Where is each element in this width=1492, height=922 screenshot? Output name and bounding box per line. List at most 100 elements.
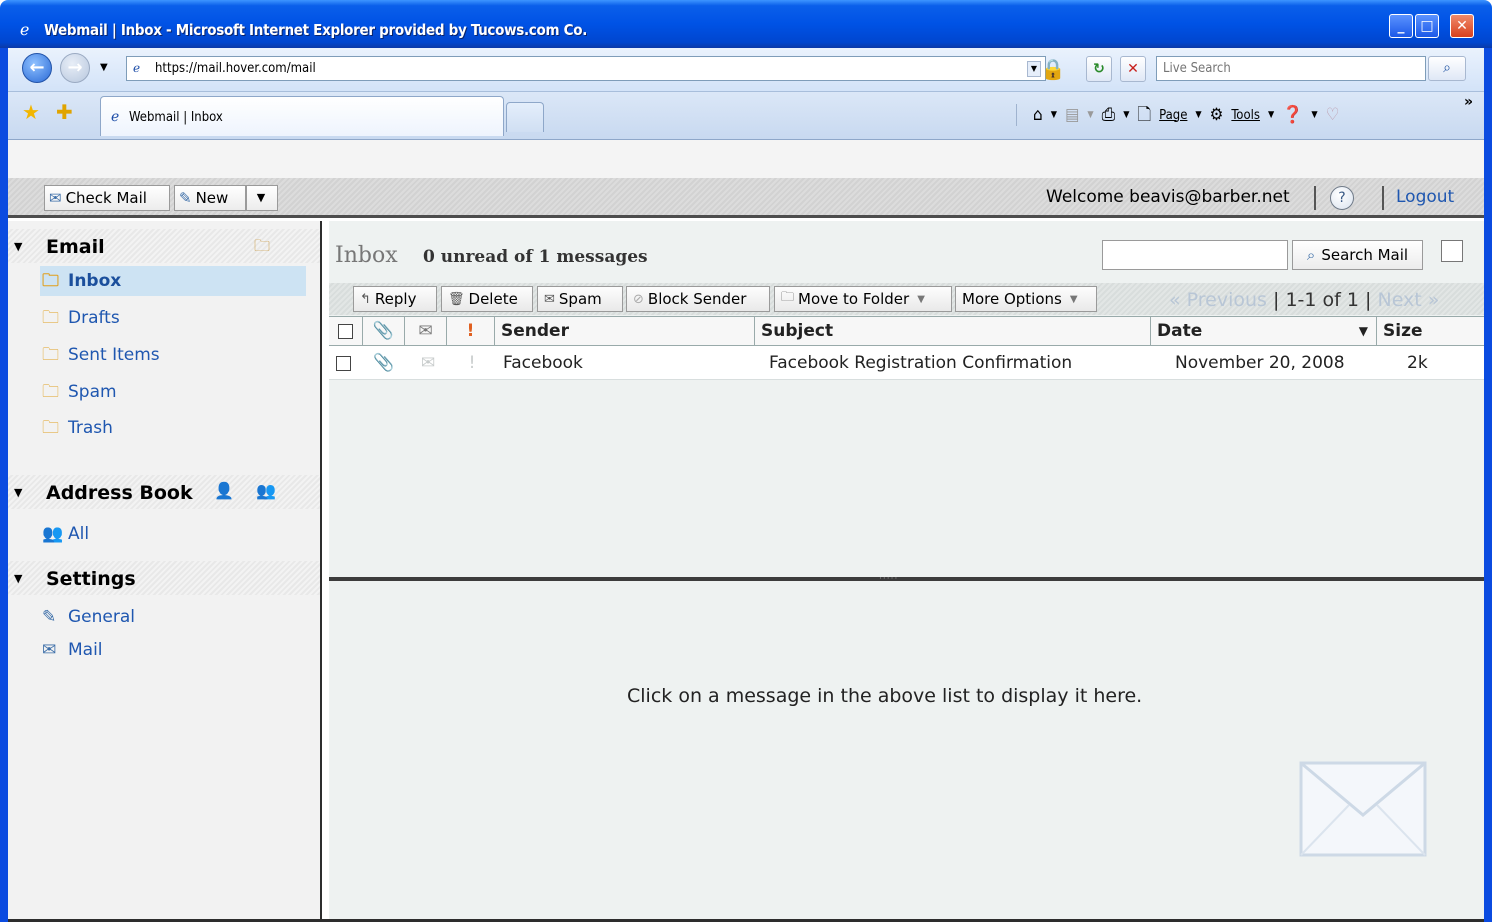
priority-column[interactable]: ! <box>447 317 495 345</box>
contacts-group-icon: 👥 <box>42 524 64 544</box>
attachment-column[interactable]: 📎 <box>363 317 405 345</box>
reply-button[interactable]: ↰ Reply <box>353 286 437 312</box>
favorites-center-icon[interactable]: ★ <box>22 102 40 122</box>
pager-separator: | <box>1273 289 1286 311</box>
preview-pane: Click on a message in the above list to … <box>329 581 1484 922</box>
tools-dropdown-icon[interactable]: ▼ <box>1268 110 1274 120</box>
url-field[interactable]: ℯ https://mail.hover.com/mail ▼ <box>126 56 1046 81</box>
collapse-triangle-icon[interactable]: ▼ <box>14 572 22 585</box>
add-favorite-icon[interactable]: ✚ <box>56 102 73 122</box>
help-menu-icon[interactable]: ❓ <box>1282 105 1303 125</box>
priority-icon: ! <box>466 321 475 341</box>
email-section-header[interactable]: ▼ Email 🗀 <box>8 229 320 263</box>
previous-page-link[interactable]: « Previous <box>1169 289 1267 311</box>
refresh-button[interactable]: ↻ <box>1086 56 1112 82</box>
sender-column-header[interactable]: Sender <box>495 317 755 345</box>
home-icon[interactable]: ⌂ <box>1033 105 1043 125</box>
print-icon[interactable]: ⎙ <box>1102 105 1116 125</box>
next-page-link[interactable]: Next » <box>1377 289 1439 311</box>
check-mail-button[interactable]: ✉ Check Mail <box>44 185 170 211</box>
stop-button[interactable]: ✕ <box>1120 56 1146 82</box>
add-contact-icon[interactable]: 👤 <box>214 481 234 500</box>
address-book-section-header[interactable]: ▼ Address Book 👤 👥 <box>8 475 320 509</box>
sidebar-item-mail-settings[interactable]: ✉ Mail <box>40 635 306 665</box>
url-dropdown-icon[interactable]: ▼ <box>1027 61 1041 77</box>
more-commands-chevron-icon[interactable]: » <box>1464 94 1473 110</box>
feeds-dropdown-icon[interactable]: ▼ <box>1087 110 1093 120</box>
search-mail-button[interactable]: ⌕ Search Mail <box>1292 240 1423 270</box>
move-to-folder-button[interactable]: 🗀 Move to Folder ▼ <box>774 286 952 312</box>
sidebar-item-sent-items[interactable]: 🗀 Sent Items <box>40 340 306 370</box>
search-go-button[interactable]: ⌕ <box>1428 56 1466 81</box>
spam-button[interactable]: ✉ Spam <box>537 286 623 312</box>
search-mail-label: Search Mail <box>1321 246 1409 264</box>
search-mail-field[interactable] <box>1102 240 1288 270</box>
help-dropdown-icon[interactable]: ▼ <box>1311 110 1317 120</box>
paperclip-icon: 📎 <box>372 321 395 341</box>
sidebar-item-inbox[interactable]: 🗀 Inbox <box>40 266 306 296</box>
select-all-checkbox[interactable] <box>338 323 353 339</box>
forward-button[interactable]: → <box>60 53 90 83</box>
contacts-label: All <box>68 524 90 544</box>
row-checkbox[interactable] <box>336 355 351 371</box>
research-icon[interactable]: ♡ <box>1326 105 1340 125</box>
folder-icon: 🗀 <box>42 345 59 365</box>
back-button[interactable]: ← <box>22 53 52 83</box>
preview-layout-icon[interactable] <box>1441 240 1463 262</box>
feeds-icon[interactable]: ▤ <box>1065 105 1079 125</box>
logout-link[interactable]: Logout <box>1396 187 1454 207</box>
folder-label: Drafts <box>68 308 120 328</box>
message-list-pane: Inbox 0 unread of 1 messages ⌕ Search Ma… <box>329 221 1484 577</box>
collapse-triangle-icon[interactable]: ▼ <box>14 486 22 499</box>
sidebar-item-general-settings[interactable]: ✎ General <box>40 602 306 632</box>
add-group-icon[interactable]: 👥 <box>256 481 276 500</box>
tab-webmail-inbox[interactable]: ℯ Webmail | Inbox <box>100 96 504 136</box>
home-dropdown-icon[interactable]: ▼ <box>1051 110 1057 120</box>
close-window-button[interactable]: ✕ <box>1450 14 1474 38</box>
message-row[interactable]: 📎 ✉ ! Facebook Facebook Registration Con… <box>329 346 1484 380</box>
message-toolbar: ↰ Reply 🗑 Delete ✉ Spam ⊘ Block Sender 🗀 <box>329 283 1484 315</box>
delete-button[interactable]: 🗑 Delete <box>441 286 533 312</box>
read-status-column[interactable]: ✉ <box>405 317 447 345</box>
url-text[interactable]: https://mail.hover.com/mail <box>155 61 316 76</box>
message-date: November 20, 2008 <box>1175 353 1345 373</box>
more-options-button[interactable]: More Options ▼ <box>955 286 1097 312</box>
sidebar-item-all-contacts[interactable]: 👥 All <box>40 519 306 549</box>
window-frame-left <box>0 48 8 922</box>
window-frame-right <box>1484 48 1492 922</box>
email-section-title: Email <box>46 236 105 258</box>
maximize-button[interactable]: □ <box>1415 14 1439 38</box>
maximize-icon: □ <box>1420 18 1434 34</box>
sidebar-item-trash[interactable]: 🗀 Trash <box>40 413 306 443</box>
live-search-field[interactable] <box>1156 56 1426 81</box>
settings-section-header[interactable]: ▼ Settings <box>8 561 320 595</box>
security-lock-icon[interactable]: 🔒 <box>1040 56 1066 82</box>
minimize-button[interactable]: _ <box>1389 14 1413 38</box>
folder-title: Inbox <box>335 243 398 268</box>
live-search-input[interactable] <box>1157 57 1425 80</box>
subject-column-header[interactable]: Subject <box>755 317 1151 345</box>
new-tab-button[interactable] <box>506 102 544 132</box>
page-range: 1-1 of 1 <box>1285 289 1359 311</box>
address-book-section-title: Address Book <box>46 482 193 504</box>
new-message-button[interactable]: ✎ New <box>174 185 246 211</box>
window-titlebar: ℯ Webmail | Inbox - Microsoft Internet E… <box>0 0 1492 48</box>
sidebar-item-spam[interactable]: 🗀 Spam <box>40 377 306 407</box>
add-folder-icon[interactable]: 🗀 <box>254 235 270 262</box>
sidebar-item-drafts[interactable]: 🗀 Drafts <box>40 303 306 333</box>
print-dropdown-icon[interactable]: ▼ <box>1123 110 1129 120</box>
new-dropdown-button[interactable]: ▼ <box>246 185 278 211</box>
select-all-column[interactable] <box>329 317 363 345</box>
history-dropdown-icon[interactable]: ▼ <box>100 62 108 73</box>
page-dropdown-icon[interactable]: ▼ <box>1195 110 1201 120</box>
check-mail-label: Check Mail <box>65 189 147 207</box>
search-mail-input[interactable] <box>1103 241 1287 269</box>
tools-menu[interactable]: Tools <box>1231 108 1260 123</box>
page-menu[interactable]: Page <box>1159 108 1187 123</box>
date-column-header[interactable]: Date ▼ <box>1151 317 1377 345</box>
message-sender: Facebook <box>503 353 583 373</box>
help-button[interactable]: ? <box>1330 186 1354 210</box>
collapse-triangle-icon[interactable]: ▼ <box>14 240 22 253</box>
block-sender-button[interactable]: ⊘ Block Sender <box>626 286 770 312</box>
size-column-header[interactable]: Size <box>1377 317 1484 345</box>
